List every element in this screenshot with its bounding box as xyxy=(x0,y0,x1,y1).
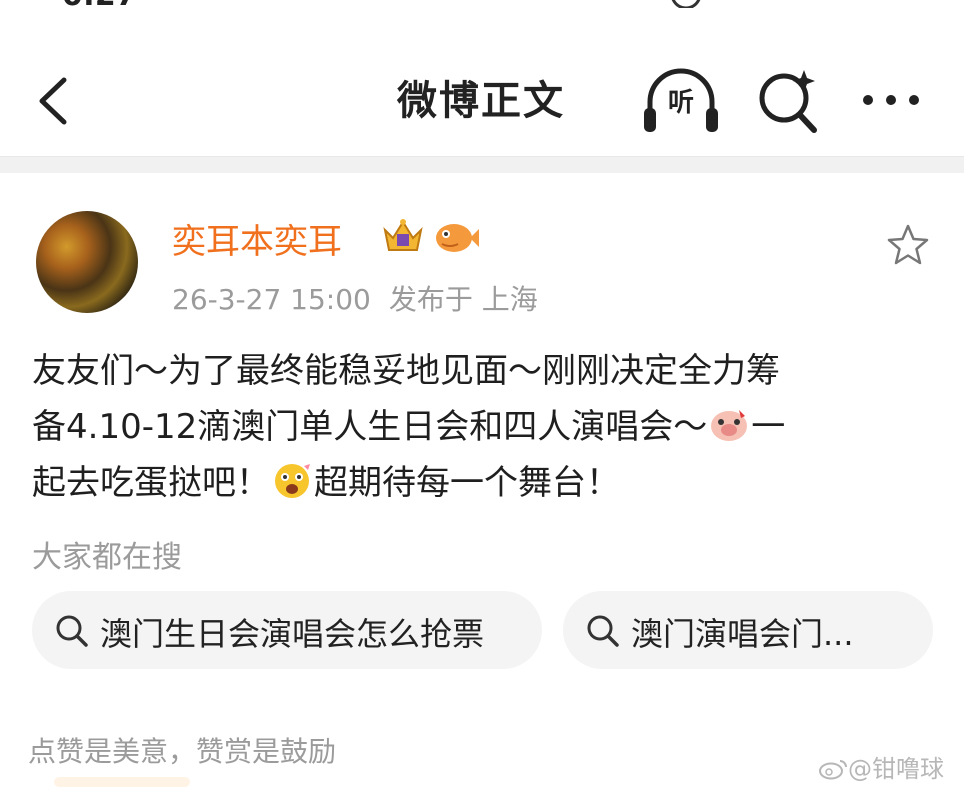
avatar[interactable] xyxy=(36,211,138,313)
section-divider xyxy=(0,156,964,173)
search-suggestion-label: 澳门生日会演唱会怎么抢票 xyxy=(100,615,485,653)
author-name[interactable]: 奕耳本奕耳 xyxy=(172,214,342,263)
post-text: 友友们～为了最终能稳妥地见面～刚刚决定全力筹 备4.10-12滴澳门单人生日会和… xyxy=(32,343,932,511)
listen-label: 听 xyxy=(667,88,694,118)
status-time: 0:27 xyxy=(62,0,137,12)
post-location: 发布于 上海 xyxy=(388,283,538,316)
post-date: 26-3-27 15:00 xyxy=(172,283,371,316)
search-icon xyxy=(587,615,619,647)
watermark: @钳噜球 xyxy=(818,749,944,784)
post-text-line: 起去吃蛋挞吧！ 超期待每一个舞台！ xyxy=(32,455,932,511)
more-dots-icon[interactable] xyxy=(858,80,924,120)
search-suggestion-chip[interactable]: 澳门演唱会门... xyxy=(563,591,933,669)
post-meta: 26-3-27 15:00 发布于 上海 xyxy=(172,278,538,318)
excited-face-emoji-icon xyxy=(275,464,310,498)
crown-badge-icon[interactable] xyxy=(381,216,425,256)
post-text-line: 备4.10-12滴澳门单人生日会和四人演唱会～ 一 xyxy=(32,399,932,455)
search-suggestion-chip[interactable]: 澳门生日会演唱会怎么抢票 xyxy=(32,591,542,669)
pig-emoji-icon xyxy=(711,410,748,441)
search-sparkle-icon[interactable] xyxy=(756,66,820,136)
bottom-action-strip xyxy=(54,777,190,787)
trending-search-heading: 大家都在搜 xyxy=(32,540,182,575)
search-icon xyxy=(56,615,88,647)
weibo-logo-icon xyxy=(819,760,847,780)
status-icons xyxy=(671,0,701,8)
listen-button[interactable]: 听 xyxy=(640,66,722,138)
search-suggestion-label: 澳门演唱会门... xyxy=(631,615,854,653)
post-text-line: 友友们～为了最终能稳妥地见面～刚刚决定全力筹 xyxy=(32,351,780,391)
reward-tip: 点赞是美意，赞赏是鼓励 xyxy=(28,735,337,768)
star-icon[interactable] xyxy=(886,223,930,267)
status-bar: 0:27 xyxy=(0,0,964,12)
top-navbar: 微博正文 听 xyxy=(0,40,964,150)
fish-badge-icon[interactable] xyxy=(432,218,480,258)
watermark-text: @钳噜球 xyxy=(848,755,944,783)
